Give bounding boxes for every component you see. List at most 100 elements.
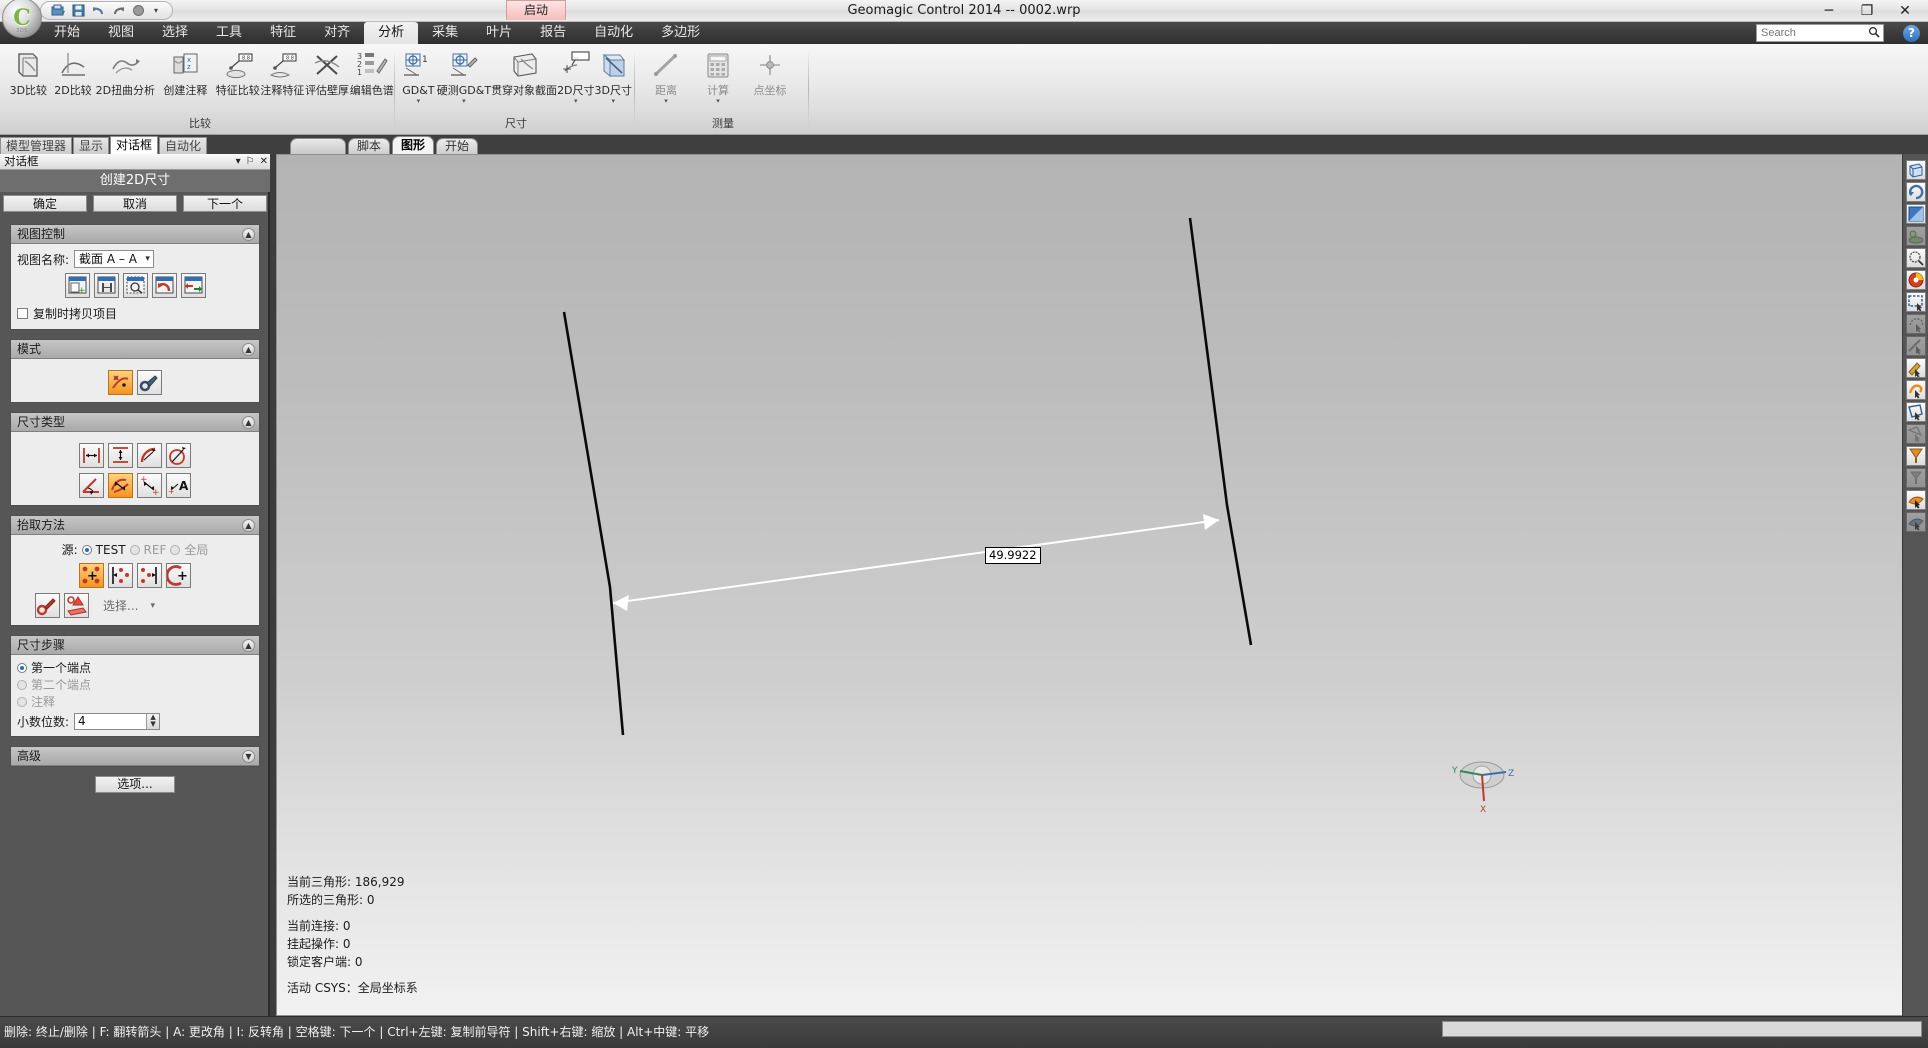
ribbon-button-2d-dimension[interactable]: .. + 2D尺寸 ▾ xyxy=(557,49,594,104)
line-select-icon[interactable] xyxy=(1906,336,1926,356)
pick-arc-icon[interactable]: + xyxy=(166,563,191,588)
paint-select-icon[interactable] xyxy=(1906,358,1926,378)
save-view-icon[interactable] xyxy=(94,273,119,298)
linear-horizontal-icon[interactable] xyxy=(79,443,104,468)
note-a-icon[interactable]: A + xyxy=(166,473,191,498)
ok-button[interactable]: 确定 xyxy=(3,195,87,212)
select-label[interactable]: 选择... xyxy=(103,597,138,614)
ribbon-button-calculate[interactable]: 计算 ▾ xyxy=(692,49,744,104)
ribbon-button-wall-thickness[interactable]: 评估壁厚 xyxy=(305,49,350,97)
source-radio-test[interactable] xyxy=(82,545,92,555)
search-icon[interactable] xyxy=(1868,26,1880,38)
linear-vertical-icon[interactable] xyxy=(108,443,133,468)
section-header[interactable]: 高级 ▼ xyxy=(11,747,259,766)
rotate-icon[interactable] xyxy=(1906,182,1926,202)
create-dimension-icon[interactable] xyxy=(108,370,133,395)
ribbon-button-distance[interactable]: 距离 ▾ xyxy=(640,49,692,104)
polygon-select-icon[interactable] xyxy=(1906,402,1926,422)
ribbon-tab-7[interactable]: 采集 xyxy=(418,22,472,44)
restore-view-icon[interactable] xyxy=(152,273,177,298)
select-visible-icon[interactable] xyxy=(1906,468,1926,488)
ribbon-button-point-coordinate[interactable]: 点坐标 xyxy=(744,49,796,97)
ribbon-tab-1[interactable]: 视图 xyxy=(94,22,148,44)
zoom-fit-icon[interactable] xyxy=(1906,248,1926,268)
radio-note[interactable] xyxy=(17,697,27,707)
panel-close-icon[interactable]: ✕ xyxy=(260,154,268,169)
measure-value-label[interactable]: 49.9922 xyxy=(985,547,1041,564)
chevron-down-icon[interactable]: ▾ xyxy=(574,98,578,104)
panel-menu-icon[interactable]: ▾ xyxy=(236,154,241,169)
panel-tab-0[interactable]: 模型管理器 xyxy=(0,137,72,154)
shade-icon[interactable] xyxy=(1906,204,1926,224)
chevron-down-icon[interactable]: ▾ xyxy=(612,98,616,104)
chevron-down-icon[interactable]: ▾ xyxy=(417,98,421,104)
ribbon-tab-8[interactable]: 叶片 xyxy=(472,22,526,44)
next-button[interactable]: 下一个 xyxy=(183,195,267,212)
startup-tab[interactable]: 启动 xyxy=(506,0,566,20)
copy-items-row[interactable]: 复制时拷贝项目 xyxy=(17,305,253,322)
select-through-icon[interactable] xyxy=(1906,446,1926,466)
save-icon[interactable] xyxy=(71,3,86,18)
undo-icon[interactable] xyxy=(91,3,106,18)
chevron-down-icon[interactable]: ▾ xyxy=(716,98,720,104)
panel-tab-3[interactable]: 自动化 xyxy=(159,137,207,154)
decimals-input[interactable]: 4 ▲▼ xyxy=(74,713,160,730)
help-icon[interactable]: ? xyxy=(1903,25,1920,42)
ribbon-button-edit-spectrum[interactable]: 3 2 1 编辑色谱 xyxy=(349,49,394,97)
swap-view-icon[interactable] xyxy=(181,273,206,298)
panel-pin-icon[interactable]: ⚐ xyxy=(246,154,255,169)
chevron-up-icon[interactable]: ▲ xyxy=(242,416,255,429)
pick-right-icon[interactable] xyxy=(137,563,162,588)
ribbon-button-3d-dimension[interactable]: 3D尺寸 ▾ xyxy=(595,49,632,104)
ribbon-button-feature-compare[interactable]: 8.8 特征比较 xyxy=(215,49,260,97)
point-to-point-icon[interactable] xyxy=(108,473,133,498)
diameter-icon[interactable] xyxy=(166,443,191,468)
chevron-down-icon[interactable]: ▾ xyxy=(664,98,668,104)
chevron-up-icon[interactable]: ▲ xyxy=(242,228,255,241)
ribbon-tab-5[interactable]: 对齐 xyxy=(310,22,364,44)
ribbon-tab-9[interactable]: 报告 xyxy=(526,22,580,44)
pick-probe-icon[interactable] xyxy=(35,593,60,618)
search-input[interactable] xyxy=(1756,24,1884,42)
section-header[interactable]: 视图控制 ▲ xyxy=(11,225,259,244)
ribbon-button-create-annotation[interactable]: x z 创建注释 xyxy=(155,49,215,97)
source-radio-global[interactable] xyxy=(170,545,180,555)
copy-items-checkbox[interactable] xyxy=(17,308,28,319)
chevron-down-icon[interactable]: ▼ xyxy=(242,750,255,763)
step-radio-second[interactable]: 第二个端点 xyxy=(17,676,253,693)
maximize-button[interactable]: ❐ xyxy=(1848,1,1886,21)
angle-icon[interactable] xyxy=(79,473,104,498)
rect-select-icon[interactable] xyxy=(1906,292,1926,312)
ribbon-tab-6[interactable]: 分析 xyxy=(364,22,418,44)
qat-dropdown-icon[interactable]: ▾ xyxy=(154,6,158,15)
source-radio-ref[interactable] xyxy=(130,545,140,555)
viewport-tab-graphics[interactable]: 图形 xyxy=(392,136,434,154)
ribbon-button-3d-compare[interactable]: 3D比较 xyxy=(6,49,51,97)
close-button[interactable]: ✕ xyxy=(1886,1,1924,21)
pick-points-icon[interactable]: + xyxy=(79,563,104,588)
ribbon-button-warp-analysis[interactable]: 2D扭曲分析 xyxy=(95,49,155,97)
freehand-select-icon[interactable] xyxy=(1906,380,1926,400)
viewport-tab-start[interactable]: 开始 xyxy=(436,138,478,154)
ribbon-button-2d-compare[interactable]: 2D比较 xyxy=(51,49,96,97)
ribbon-button-cross-section[interactable]: 贯穿对象截面 xyxy=(491,49,557,97)
ribbon-tab-11[interactable]: 多边形 xyxy=(647,22,714,44)
open-icon[interactable] xyxy=(51,3,66,18)
select-all-icon[interactable] xyxy=(1906,490,1926,510)
lasso-select-icon[interactable] xyxy=(1906,314,1926,334)
options-button[interactable]: 选项... xyxy=(95,776,175,793)
new-view-icon[interactable]: + xyxy=(65,273,90,298)
section-header[interactable]: 尺寸步骤 ▲ xyxy=(11,636,259,655)
chevron-up-icon[interactable]: ▲ xyxy=(242,343,255,356)
step-radio-first[interactable]: 第一个端点 xyxy=(17,659,253,676)
deselect-icon[interactable] xyxy=(1906,512,1926,532)
viewport-tab-script[interactable]: 脚本 xyxy=(348,138,390,154)
bounding-box-icon[interactable] xyxy=(1906,160,1926,180)
redo-icon[interactable] xyxy=(111,3,126,18)
chevron-up-icon[interactable]: ▲ xyxy=(242,639,255,652)
3d-viewport[interactable]: Y Z X 49.9922 当前三角形: 186,929 所选的三角形: 0 当… xyxy=(276,154,1928,1016)
chevron-down-icon[interactable]: ▾ xyxy=(150,601,155,611)
panel-tab-1[interactable]: 显示 xyxy=(73,137,109,154)
spline-select-icon[interactable] xyxy=(1906,424,1926,444)
ribbon-tab-0[interactable]: 开始 xyxy=(40,22,94,44)
